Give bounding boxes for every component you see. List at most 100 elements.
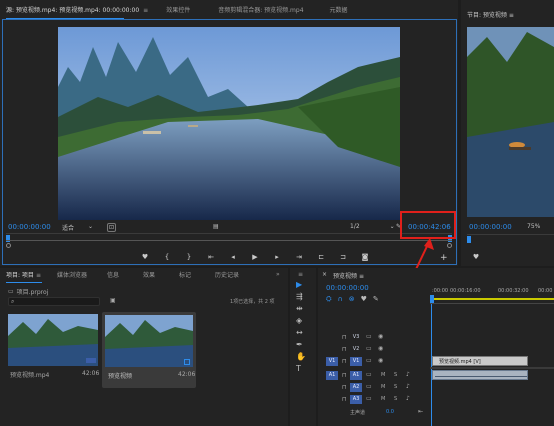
tab-source[interactable]: 源: 预览视频.mp4: 预览视频.mp4: 00:00:00:00	[4, 4, 143, 18]
marker-icon[interactable]: ♥	[140, 253, 150, 261]
tab-metadata[interactable]: 元数据	[324, 4, 358, 18]
track-a3[interactable]: ⊓ A3 ▭ M S ♪	[318, 394, 430, 405]
track-target[interactable]: A1	[350, 371, 362, 380]
track-target[interactable]: A2	[350, 383, 362, 392]
hand-tool-icon[interactable]: ✋	[296, 352, 306, 361]
tab-effects[interactable]: 效果	[137, 269, 173, 283]
solo-button[interactable]: S	[394, 384, 397, 390]
tab-media-browser[interactable]: 媒体浏览器	[51, 269, 101, 283]
work-area-bar[interactable]	[430, 298, 554, 300]
selection-tool-icon[interactable]: ▶	[296, 280, 306, 289]
mark-in-icon[interactable]: {	[162, 253, 172, 261]
track-target[interactable]: A3	[350, 395, 362, 404]
marker-icon[interactable]: ♥	[361, 295, 367, 304]
play-icon[interactable]: ▶	[250, 253, 260, 261]
mute-button[interactable]: M	[381, 384, 385, 390]
razor-tool-icon[interactable]: ◈	[296, 316, 306, 325]
tab-project[interactable]: 项目: 项目	[4, 269, 36, 283]
marker-icon[interactable]: ♥	[471, 253, 481, 261]
lock-icon[interactable]: ⊓	[342, 358, 347, 365]
tab-effect-controls[interactable]: 效果控件	[160, 4, 212, 18]
insert-icon[interactable]: ⊏	[316, 253, 326, 261]
snap-icon[interactable]: ∩	[338, 295, 343, 304]
project-tab-menu[interactable]: ≡	[36, 269, 51, 283]
fit-settings-icon[interactable]: ⊡	[107, 223, 117, 232]
sync-lock-icon[interactable]: ▭	[366, 371, 372, 378]
source-patch-v1[interactable]: V1	[326, 357, 338, 366]
source-wrench-icon-left[interactable]: ▤	[213, 223, 219, 230]
project-item-0[interactable]: 预览视频.mp4 42:06	[8, 314, 99, 386]
source-page-ratio[interactable]: 1/2 ⌄	[350, 223, 395, 230]
timeline-timecode[interactable]: 00:00:00:00	[326, 284, 369, 292]
mute-button[interactable]: M	[381, 372, 385, 378]
source-fit-dropdown[interactable]: 适合 ⌄ ⊡	[62, 223, 117, 232]
track-select-tool-icon[interactable]: ⇶	[296, 292, 306, 301]
lock-icon[interactable]: ⊓	[342, 384, 347, 391]
track-master[interactable]: 主声道 0.0 ⇤	[318, 407, 430, 418]
export-frame-icon[interactable]: ◙	[360, 253, 370, 261]
track-a2[interactable]: ⊓ A2 ▭ M S ♪	[318, 382, 430, 393]
step-forward-icon[interactable]: ▸	[272, 253, 282, 261]
close-icon[interactable]: ×	[322, 271, 327, 280]
sync-lock-icon[interactable]: ▭	[366, 357, 372, 364]
lock-icon[interactable]: ⊓	[342, 396, 347, 403]
video-clip[interactable]: 预览视频.mp4 [V]	[432, 356, 528, 366]
tab-markers[interactable]: 标记	[173, 269, 209, 283]
program-playhead-marker[interactable]	[467, 236, 471, 243]
sync-lock-icon[interactable]: ▭	[366, 383, 372, 390]
search-input[interactable]: ⌕	[8, 297, 100, 306]
pen-tool-icon[interactable]: ✒	[296, 340, 306, 349]
wrench-icon[interactable]: ✎	[373, 295, 379, 304]
project-tab-more[interactable]: »	[276, 271, 280, 278]
program-time-ruler[interactable]	[467, 234, 554, 243]
tab-program[interactable]: 节目: 预览视频 ≡	[467, 10, 514, 19]
timeline-ruler[interactable]: :00:00 00:00:16:00 00:00:32:00 00:00	[430, 288, 554, 304]
eye-icon[interactable]: ◉	[378, 357, 383, 364]
program-timecode[interactable]: 00:00:00:00	[469, 223, 512, 231]
source-tab-menu[interactable]: ≡	[143, 4, 160, 18]
linked-selection-icon[interactable]: ⊗	[349, 295, 355, 304]
nest-icon[interactable]: ⛭	[326, 295, 332, 304]
eye-icon[interactable]: ◉	[378, 345, 383, 352]
track-area[interactable]: 预览视频.mp4 [V]	[430, 332, 554, 426]
type-tool-icon[interactable]: T	[296, 364, 306, 373]
track-target[interactable]: V3	[350, 333, 362, 342]
track-v2[interactable]: ⊓ V2 ▭ ◉	[318, 344, 430, 355]
track-v1[interactable]: V1 ⊓ V1 ▭ ◉	[318, 356, 430, 367]
project-item-1[interactable]: 预览视频 42:06	[102, 312, 196, 388]
mute-button[interactable]: M	[381, 396, 385, 402]
microphone-icon[interactable]: ♪	[406, 371, 410, 378]
tools-panel-menu[interactable]: ≡	[298, 271, 303, 278]
track-target[interactable]: V1	[350, 357, 362, 366]
solo-button[interactable]: S	[394, 396, 397, 402]
track-target[interactable]: V2	[350, 345, 362, 354]
source-timecode-in[interactable]: 00:00:00:00	[8, 223, 51, 231]
sync-lock-icon[interactable]: ▭	[366, 395, 372, 402]
solo-button[interactable]: S	[394, 372, 397, 378]
eye-icon[interactable]: ◉	[378, 333, 383, 340]
add-button-icon[interactable]: +	[440, 253, 448, 263]
master-value[interactable]: 0.0	[386, 409, 394, 415]
mark-out-icon[interactable]: }	[184, 253, 194, 261]
sync-lock-icon[interactable]: ▭	[366, 333, 372, 340]
source-duration-timecode[interactable]: 00:00:42:06	[408, 223, 451, 231]
microphone-icon[interactable]: ♪	[406, 383, 410, 390]
microphone-icon[interactable]: ♪	[406, 395, 410, 402]
lock-icon[interactable]: ⊓	[342, 372, 347, 379]
audio-clip[interactable]	[432, 370, 528, 380]
new-bin-icon[interactable]: ▣	[110, 297, 116, 304]
go-to-out-icon[interactable]: ⇥	[294, 253, 304, 261]
track-a1[interactable]: A1 ⊓ A1 ▭ M S ♪	[318, 370, 430, 381]
lock-icon[interactable]: ⊓	[342, 334, 347, 341]
ripple-edit-tool-icon[interactable]: ⇹	[296, 304, 306, 313]
tab-history[interactable]: 历史记录	[209, 269, 249, 283]
tab-audio-mixer[interactable]: 音频剪辑混合器: 预览视频.mp4	[212, 4, 323, 18]
step-back-icon[interactable]: ◂	[228, 253, 238, 261]
tab-sequence[interactable]: 预览视频 ≡	[333, 271, 364, 280]
source-patch-a1[interactable]: A1	[326, 371, 338, 380]
lock-icon[interactable]: ⊓	[342, 346, 347, 353]
sync-lock-icon[interactable]: ▭	[366, 345, 372, 352]
master-jump-icon[interactable]: ⇤	[418, 408, 423, 415]
slip-tool-icon[interactable]: ↔	[296, 328, 306, 337]
timeline-playhead[interactable]	[430, 295, 434, 303]
